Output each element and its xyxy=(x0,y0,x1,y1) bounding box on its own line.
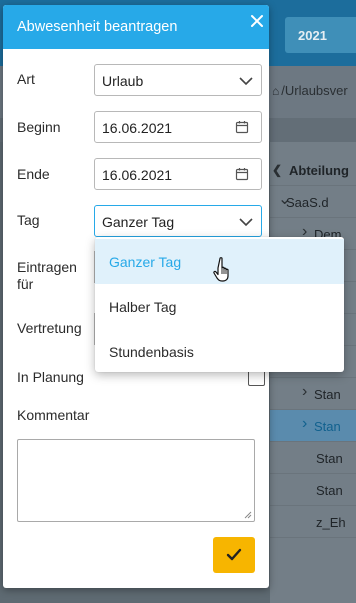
tree-row-label: Stan xyxy=(314,419,341,434)
ende-date-input[interactable]: 16.06.2021 xyxy=(94,158,262,190)
dialog-title: Abwesenheit beantragen xyxy=(17,19,178,35)
submit-button[interactable] xyxy=(213,537,255,573)
kommentar-textarea[interactable] xyxy=(17,439,255,522)
vertretung-label: Vertretung xyxy=(17,320,82,336)
tree-header[interactable]: ❮ Abteilung xyxy=(270,154,356,186)
close-icon[interactable] xyxy=(248,10,266,32)
chevron-right-icon[interactable]: › xyxy=(302,415,307,433)
eintragen-label: Eintragen für xyxy=(17,259,77,293)
tree-row[interactable]: › Stan xyxy=(270,410,356,442)
resize-grip-icon[interactable] xyxy=(244,511,252,519)
tree-row[interactable]: ⌄ SaaS.d xyxy=(270,186,356,218)
home-icon[interactable]: ⌂ xyxy=(272,84,279,98)
calendar-icon[interactable] xyxy=(235,167,249,181)
tree-row-label: SaaS.d xyxy=(286,195,329,210)
kommentar-label: Kommentar xyxy=(17,407,90,423)
tag-label: Tag xyxy=(17,212,40,228)
beginn-date-input[interactable]: 16.06.2021 xyxy=(94,111,262,143)
chevron-right-icon[interactable]: › xyxy=(302,383,307,401)
checkmark-icon xyxy=(226,548,242,561)
collapse-icon: ❮ xyxy=(272,163,283,177)
in-planung-label: In Planung xyxy=(17,369,84,385)
tree-row-label: Stan xyxy=(316,451,343,466)
tree-header-label: Abteilung xyxy=(289,163,349,178)
chevron-down-icon xyxy=(239,218,253,227)
hand-pointer-icon xyxy=(213,257,229,282)
year-tab[interactable]: 2021 xyxy=(285,17,356,53)
art-value: Urlaub xyxy=(102,73,144,89)
ende-label: Ende xyxy=(17,166,50,182)
tree-row[interactable]: › Stan xyxy=(270,378,356,410)
tree-row[interactable]: Stan xyxy=(270,442,356,474)
tree-row-label: Stan xyxy=(314,387,341,402)
eintragen-label-line1: Eintragen xyxy=(17,259,77,275)
chevron-down-icon xyxy=(239,77,253,86)
tag-value: Ganzer Tag xyxy=(102,214,175,230)
ende-value: 16.06.2021 xyxy=(102,167,173,183)
eintragen-label-line2: für xyxy=(17,276,34,292)
tag-select[interactable]: Ganzer Tag xyxy=(94,205,262,237)
dropdown-option-halber-tag[interactable]: Halber Tag xyxy=(95,284,344,329)
breadcrumb-path: /Urlaubsver xyxy=(281,83,348,98)
dropdown-option-stundenbasis[interactable]: Stundenbasis xyxy=(95,329,344,374)
art-label: Art xyxy=(17,71,35,87)
tree-row-label: Stan xyxy=(316,483,343,498)
art-select[interactable]: Urlaub xyxy=(94,64,262,96)
dialog-header: Abwesenheit beantragen xyxy=(3,5,269,49)
beginn-value: 16.06.2021 xyxy=(102,120,173,136)
breadcrumb: ⌂/Urlaubsver xyxy=(272,83,348,98)
tree-row[interactable]: Stan xyxy=(270,474,356,506)
calendar-icon[interactable] xyxy=(235,120,249,134)
beginn-label: Beginn xyxy=(17,119,61,135)
tree-row[interactable]: z_Eh xyxy=(270,506,356,538)
tree-row-label: z_Eh xyxy=(316,515,346,530)
